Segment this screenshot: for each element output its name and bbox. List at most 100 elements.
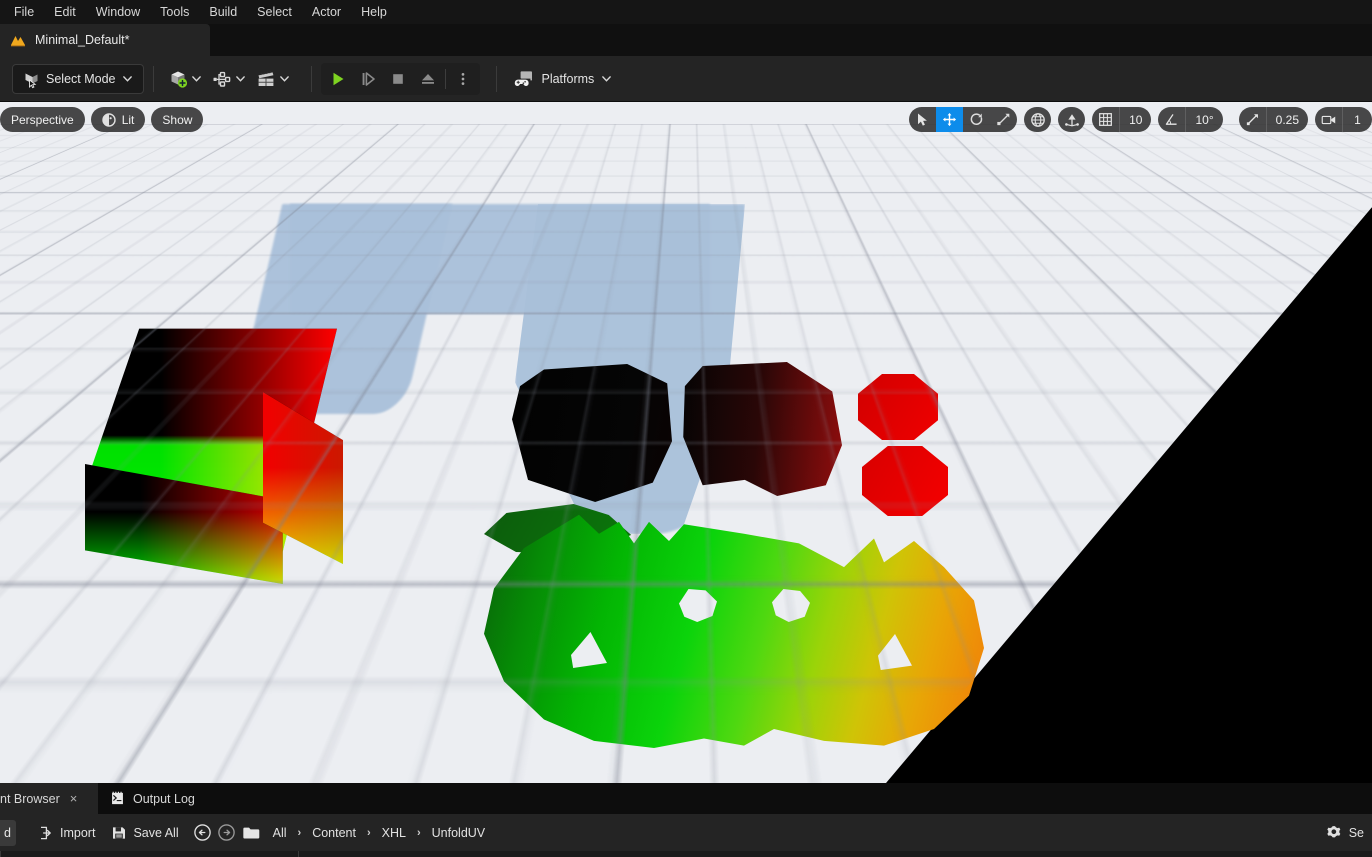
uv-island-black-red[interactable] xyxy=(680,362,842,496)
eject-button[interactable] xyxy=(413,65,443,93)
content-browser-nav xyxy=(193,823,236,842)
viewport-show-flags-button[interactable]: Show xyxy=(151,107,203,132)
blueprints-dropdown[interactable] xyxy=(207,65,251,93)
stop-button[interactable] xyxy=(383,65,413,93)
scale-snap-value[interactable]: 0.25 xyxy=(1266,107,1308,132)
level-tab-label: Minimal_Default* xyxy=(35,33,129,47)
tab-content-browser[interactable]: nt Browser × xyxy=(0,783,98,814)
content-browser-split-handle[interactable] xyxy=(298,851,299,857)
content-browser-settings-label: Se xyxy=(1349,826,1364,840)
camera-speed-icon xyxy=(1321,113,1337,127)
coordinate-system-button[interactable] xyxy=(1024,107,1051,132)
unreal-level-icon xyxy=(10,32,26,48)
save-floppy-icon xyxy=(111,825,127,841)
uv-island-green-unwrapped[interactable] xyxy=(484,510,984,748)
cinematics-dropdown[interactable] xyxy=(251,65,295,93)
add-content-label: d xyxy=(4,826,11,840)
skip-button[interactable] xyxy=(353,65,383,93)
angle-snap-icon xyxy=(1164,112,1179,127)
kebab-menu-icon xyxy=(455,71,471,87)
scale-tool-button[interactable] xyxy=(990,107,1017,132)
breadcrumb-item-unfolduv[interactable]: UnfoldUV xyxy=(425,823,493,843)
add-content-button[interactable]: d xyxy=(0,820,16,846)
breadcrumb-item-all[interactable]: All xyxy=(266,823,294,843)
toolbar-separator-3 xyxy=(496,66,497,92)
blueprints-node-icon xyxy=(212,69,232,89)
close-icon[interactable]: × xyxy=(70,791,78,806)
play-button[interactable] xyxy=(323,65,353,93)
toolbar-separator-2 xyxy=(311,66,312,92)
angle-snap-value[interactable]: 10° xyxy=(1185,107,1222,132)
level-viewport[interactable]: Perspective Lit Show 10 10° 0.25 1 xyxy=(0,102,1372,783)
cursor-arrow-icon xyxy=(915,112,930,127)
menu-item-build[interactable]: Build xyxy=(199,3,247,22)
level-tab-minimal-default[interactable]: Minimal_Default* xyxy=(0,24,210,56)
menu-item-edit[interactable]: Edit xyxy=(44,3,86,22)
select-mode-button[interactable]: Select Mode xyxy=(12,64,144,94)
menu-item-file[interactable]: File xyxy=(4,3,44,22)
menu-item-tools[interactable]: Tools xyxy=(150,3,199,22)
world-globe-icon xyxy=(1030,112,1046,128)
uv-island-black[interactable] xyxy=(512,364,672,502)
camera-speed-toggle[interactable] xyxy=(1315,107,1342,132)
eject-icon xyxy=(419,70,437,88)
save-all-button[interactable]: Save All xyxy=(103,820,186,846)
tab-output-log[interactable]: Output Log xyxy=(98,783,207,814)
add-actor-cube-icon xyxy=(168,69,188,89)
bottom-tab-bar: nt Browser × Output Log xyxy=(0,783,1372,814)
move-tool-button[interactable] xyxy=(936,107,963,132)
camera-speed-value[interactable]: 1 xyxy=(1342,107,1372,132)
tab-output-log-label: Output Log xyxy=(133,792,195,806)
breadcrumb-separator: › xyxy=(365,827,373,839)
chevron-down-icon xyxy=(235,73,246,84)
grid-snap-value[interactable]: 10 xyxy=(1119,107,1151,132)
uv-island-red-octagon-bottom[interactable] xyxy=(862,446,948,516)
cinematics-clapperboard-icon xyxy=(256,69,276,89)
gear-icon xyxy=(1326,824,1343,841)
bottom-dock-panel: nt Browser × Output Log d Import Save Al… xyxy=(0,783,1372,857)
play-options-button[interactable] xyxy=(448,65,478,93)
select-mode-label: Select Mode xyxy=(46,72,115,86)
platforms-button[interactable]: Platforms xyxy=(506,65,620,93)
rotate-icon xyxy=(969,112,984,127)
level-tab-bar: Minimal_Default* xyxy=(0,24,1372,56)
scale-snap-toggle[interactable] xyxy=(1239,107,1266,132)
viewport-viewmode-label: Lit xyxy=(122,113,135,127)
content-browser-settings-button[interactable]: Se xyxy=(1320,819,1370,846)
breadcrumb-item-xhl[interactable]: XHL xyxy=(375,823,413,843)
nav-forward-icon[interactable] xyxy=(217,823,236,842)
import-button[interactable]: Import xyxy=(30,820,103,846)
platforms-gamepad-icon xyxy=(514,70,534,88)
menu-item-actor[interactable]: Actor xyxy=(302,3,351,22)
content-browser-body-strip xyxy=(0,851,1372,857)
surface-snap-icon xyxy=(1064,112,1080,128)
nav-back-icon[interactable] xyxy=(193,823,212,842)
unreal-editor-window: File Edit Window Tools Build Select Acto… xyxy=(0,0,1372,857)
menu-item-help[interactable]: Help xyxy=(351,3,397,22)
viewport-right-toolbar: 10 10° 0.25 1 xyxy=(909,107,1372,132)
play-controls-group xyxy=(321,63,480,95)
menu-item-select[interactable]: Select xyxy=(247,3,302,22)
grid-snap-toggle[interactable] xyxy=(1092,107,1119,132)
play-icon xyxy=(329,70,347,88)
camera-speed-group: 1 xyxy=(1315,107,1372,132)
viewport-camera-perspective-button[interactable]: Perspective xyxy=(0,107,85,132)
add-actor-dropdown[interactable] xyxy=(163,65,207,93)
rotate-tool-button[interactable] xyxy=(963,107,990,132)
select-tool-button[interactable] xyxy=(909,107,936,132)
scale-snap-group: 0.25 xyxy=(1239,107,1308,132)
breadcrumb-separator: › xyxy=(415,827,423,839)
chevron-down-icon xyxy=(122,73,133,84)
breadcrumb-item-content[interactable]: Content xyxy=(305,823,363,843)
viewport-camera-label: Perspective xyxy=(11,113,74,127)
folder-icon[interactable] xyxy=(242,825,261,841)
scale-snap-icon xyxy=(1245,112,1260,127)
angle-snap-toggle[interactable] xyxy=(1158,107,1185,132)
surface-snap-button[interactable] xyxy=(1058,107,1085,132)
menu-item-window[interactable]: Window xyxy=(86,3,150,22)
viewport-show-label: Show xyxy=(162,113,192,127)
uv-gradient-cube[interactable] xyxy=(85,324,345,562)
viewport-viewmode-button[interactable]: Lit xyxy=(91,107,146,132)
toolbar-separator-1 xyxy=(153,66,154,92)
toolbar-dropdown-group xyxy=(163,65,295,93)
